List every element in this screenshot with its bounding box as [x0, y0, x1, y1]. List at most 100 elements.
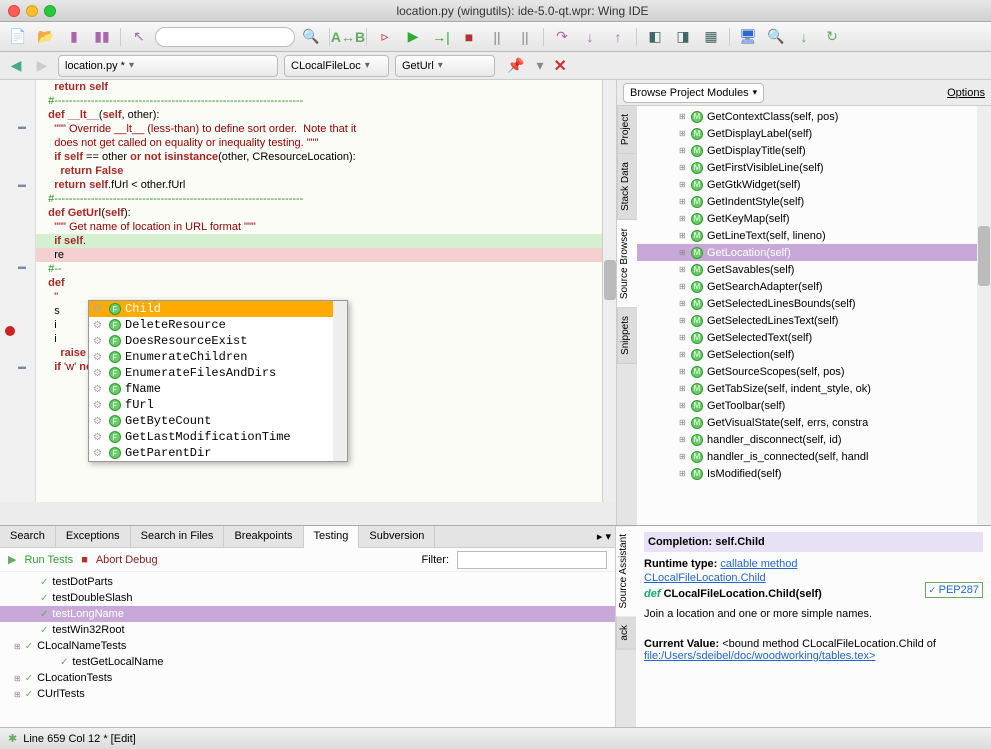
- vtab-source-assistant[interactable]: Source Assistant: [616, 526, 636, 617]
- tab-breakpoints[interactable]: Breakpoints: [224, 526, 303, 547]
- fold-marker[interactable]: ▬: [18, 362, 28, 372]
- pep-badge[interactable]: ✓ PEP287: [925, 582, 983, 598]
- tab-search[interactable]: Search: [0, 526, 56, 547]
- test-item[interactable]: ⊞✓CUrlTests: [0, 686, 615, 702]
- search2-icon[interactable]: 🔍: [764, 26, 788, 48]
- minimize-window-button[interactable]: [26, 5, 38, 17]
- tree-item[interactable]: ⊞MGetSavables(self): [637, 261, 991, 278]
- debug-file-icon[interactable]: ▹: [373, 26, 397, 48]
- step-over-icon[interactable]: ↷: [550, 26, 574, 48]
- close-window-button[interactable]: [8, 5, 20, 17]
- fold-marker[interactable]: ▬: [18, 122, 28, 132]
- bp2-icon[interactable]: ◨: [671, 26, 695, 48]
- test-item[interactable]: ⊞✓CLocationTests: [0, 670, 615, 686]
- step-into-icon[interactable]: ↓: [578, 26, 602, 48]
- go-to-def-icon[interactable]: ↖: [127, 26, 151, 48]
- new-file-icon[interactable]: 📄: [6, 26, 30, 48]
- tree-item[interactable]: ⊞MGetFirstVisibleLine(self): [637, 159, 991, 176]
- autocomplete-item[interactable]: ⚙FChild: [89, 301, 347, 317]
- file-selector[interactable]: location.py *: [58, 55, 278, 77]
- replace-icon[interactable]: A↔B: [336, 26, 360, 48]
- tree-item[interactable]: ⊞MIsModified(self): [637, 465, 991, 482]
- step-out-icon[interactable]: ↑: [606, 26, 630, 48]
- tree-item[interactable]: ⊞MGetContextClass(self, pos): [637, 108, 991, 125]
- browser-mode-selector[interactable]: Browse Project Modules: [623, 83, 764, 103]
- autocomplete-item[interactable]: ⚙FDoesResourceExist: [89, 333, 347, 349]
- sync-icon[interactable]: ↻: [820, 26, 844, 48]
- tree-item[interactable]: ⊞MGetLineText(self, lineno): [637, 227, 991, 244]
- breakpoint-icon[interactable]: [5, 326, 15, 336]
- vtab-snippets[interactable]: Snippets: [617, 308, 637, 364]
- autocomplete-item[interactable]: ⚙FfUrl: [89, 397, 347, 413]
- test-item[interactable]: ✓testWin32Root: [0, 622, 615, 638]
- abort-icon[interactable]: ■: [81, 554, 88, 566]
- nav-fwd-icon[interactable]: ▶: [32, 57, 52, 75]
- save-all-icon[interactable]: ▮▮: [90, 26, 114, 48]
- toolbar-search-input[interactable]: [155, 27, 295, 47]
- autocomplete-item[interactable]: ⚙FDeleteResource: [89, 317, 347, 333]
- class-selector[interactable]: CLocalFileLoc: [284, 55, 389, 77]
- tree-item[interactable]: ⊞MGetSourceScopes(self, pos): [637, 363, 991, 380]
- tree-item[interactable]: ⊞MGetTabSize(self, indent_style, ok): [637, 380, 991, 397]
- function-selector[interactable]: GetUrl: [395, 55, 495, 77]
- pause-icon[interactable]: ||: [485, 26, 509, 48]
- tree-item[interactable]: ⊞MGetDisplayLabel(self): [637, 125, 991, 142]
- bp-icon[interactable]: ◧: [643, 26, 667, 48]
- tab-search-in-files[interactable]: Search in Files: [131, 526, 225, 547]
- tree-item[interactable]: ⊞MGetToolbar(self): [637, 397, 991, 414]
- save-icon[interactable]: ▮: [62, 26, 86, 48]
- close-file-button[interactable]: ✕: [553, 56, 566, 76]
- tabs-overflow-icon[interactable]: ▸ ▾: [593, 526, 615, 547]
- autocomplete-item[interactable]: ⚙FGetLastModificationTime: [89, 429, 347, 445]
- bp3-icon[interactable]: ▦: [699, 26, 723, 48]
- search-icon[interactable]: 🔍: [299, 26, 323, 48]
- runtime-class-link[interactable]: CLocalFileLocation.Child: [644, 572, 766, 584]
- down-arrow-icon[interactable]: ↓: [792, 26, 816, 48]
- test-tree[interactable]: ✓testDotParts✓testDoubleSlash✓testLongNa…: [0, 572, 615, 727]
- tree-item[interactable]: ⊞MGetSelectedLinesText(self): [637, 312, 991, 329]
- editor-gutter[interactable]: ▬ ▬ ▬ ▬: [0, 80, 36, 502]
- autocomplete-item[interactable]: ⚙FEnumerateChildren: [89, 349, 347, 365]
- zoom-window-button[interactable]: [44, 5, 56, 17]
- tree-item[interactable]: ⊞MGetLocation(self): [637, 244, 991, 261]
- monitor-icon[interactable]: 🖥: [736, 26, 760, 48]
- tree-item[interactable]: ⊞MGetVisualState(self, errs, constra: [637, 414, 991, 431]
- run-tests-button[interactable]: Run Tests: [24, 554, 73, 566]
- pin-icon[interactable]: 📌: [507, 57, 524, 74]
- autocomplete-item[interactable]: ⚙FGetParentDir: [89, 445, 347, 461]
- tree-item[interactable]: ⊞MGetSearchAdapter(self): [637, 278, 991, 295]
- autocomplete-item[interactable]: ⚙FEnumerateFilesAndDirs: [89, 365, 347, 381]
- source-browser-tree[interactable]: ⊞MGetContextClass(self, pos)⊞MGetDisplay…: [637, 106, 991, 525]
- tree-item[interactable]: ⊞MGetGtkWidget(self): [637, 176, 991, 193]
- tree-item[interactable]: ⊞Mhandler_is_connected(self, handl: [637, 448, 991, 465]
- test-item[interactable]: ✓testLongName: [0, 606, 615, 622]
- tree-scrollbar[interactable]: [977, 106, 991, 525]
- autocomplete-item[interactable]: ⚙FGetByteCount: [89, 413, 347, 429]
- current-value-link[interactable]: file:/Users/sdeibel/doc/woodworking/tabl…: [644, 650, 875, 662]
- abort-debug-button[interactable]: Abort Debug: [96, 554, 158, 566]
- pause2-icon[interactable]: ||: [513, 26, 537, 48]
- stop-icon[interactable]: ■: [457, 26, 481, 48]
- vtab-project[interactable]: Project: [617, 106, 637, 154]
- test-item[interactable]: ✓testDotParts: [0, 574, 615, 590]
- dropdown-icon[interactable]: ▾: [536, 57, 543, 74]
- test-item[interactable]: ✓testGetLocalName: [0, 654, 615, 670]
- fold-marker[interactable]: ▬: [18, 180, 28, 190]
- vtab-stack-data[interactable]: Stack Data: [617, 154, 637, 220]
- nav-back-icon[interactable]: ◀: [6, 57, 26, 75]
- vtab-source-browser[interactable]: Source Browser: [617, 220, 637, 308]
- autocomplete-item[interactable]: ⚙FfName: [89, 381, 347, 397]
- test-item[interactable]: ✓testDoubleSlash: [0, 590, 615, 606]
- editor-scrollbar[interactable]: [602, 80, 616, 502]
- test-item[interactable]: ⊞✓CLocalNameTests: [0, 638, 615, 654]
- vtab-ack[interactable]: ack: [616, 617, 636, 650]
- filter-input[interactable]: [457, 551, 607, 569]
- run-tests-icon[interactable]: ▶: [8, 553, 16, 566]
- tree-item[interactable]: ⊞MGetSelectedText(self): [637, 329, 991, 346]
- tree-item[interactable]: ⊞MGetKeyMap(self): [637, 210, 991, 227]
- autocomplete-scrollbar[interactable]: [333, 301, 347, 461]
- tab-testing[interactable]: Testing: [304, 526, 360, 548]
- tree-item[interactable]: ⊞MGetSelection(self): [637, 346, 991, 363]
- tree-item[interactable]: ⊞Mhandler_disconnect(self, id): [637, 431, 991, 448]
- run-icon[interactable]: ▶: [401, 26, 425, 48]
